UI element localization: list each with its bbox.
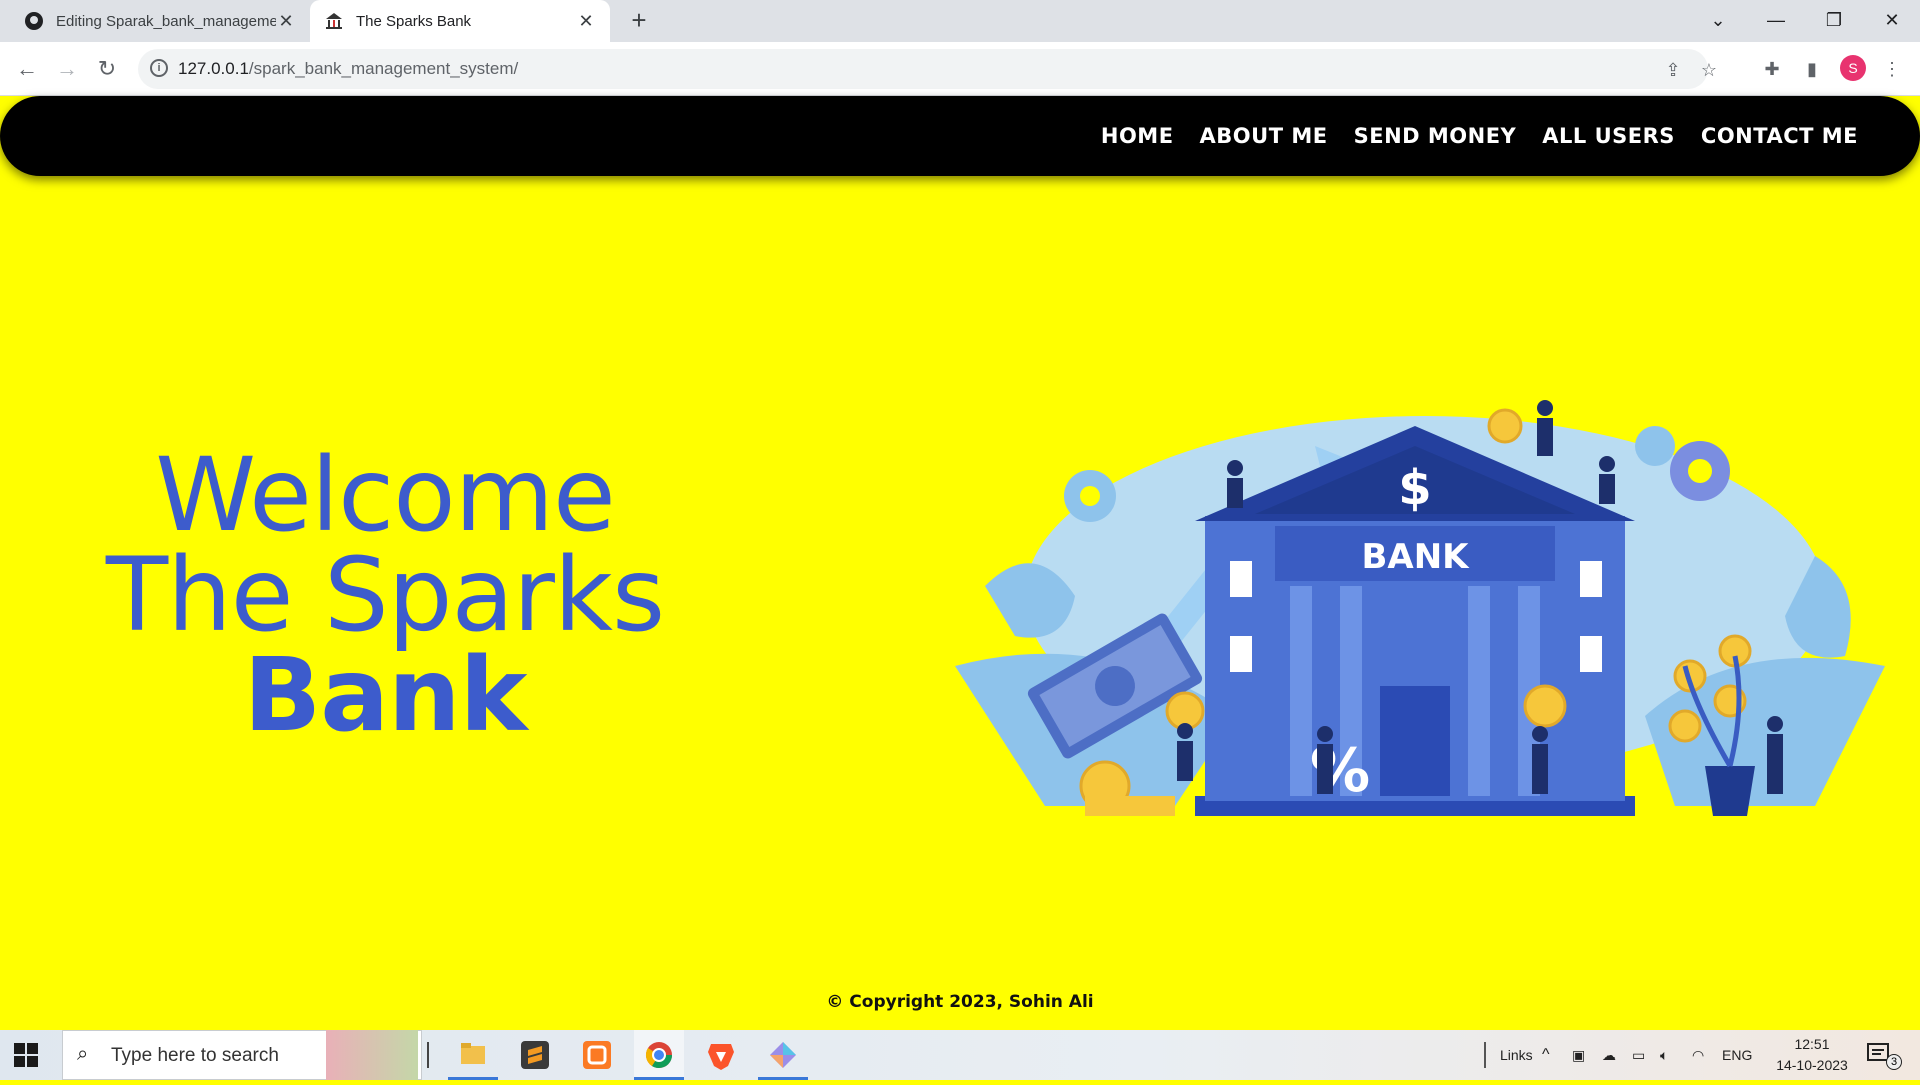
browser-menu-icon[interactable]: ⋮ — [1880, 57, 1904, 81]
nav-about-me[interactable]: ABOUT ME — [1200, 124, 1328, 148]
wifi-icon[interactable]: ◠ — [1692, 1030, 1704, 1080]
restore-icon[interactable]: ❐ — [1806, 0, 1862, 42]
show-hidden-icons-chevron-icon[interactable]: ^ — [1542, 1030, 1550, 1080]
sublime-icon — [521, 1041, 549, 1069]
xampp-taskbar-button[interactable] — [572, 1030, 622, 1080]
close-window-icon[interactable]: ✕ — [1864, 0, 1920, 42]
battery-icon[interactable]: ▭ — [1632, 1030, 1645, 1080]
bank-illustration: $ BANK % — [955, 400, 1885, 816]
back-arrow-icon[interactable]: ← — [12, 54, 42, 84]
chrome-taskbar-button[interactable] — [634, 1030, 684, 1080]
hero-heading: Welcome The Sparks Bank — [90, 436, 680, 755]
web-page: HOME ABOUT ME SEND MONEY ALL USERS CONTA… — [0, 96, 1920, 1030]
tab-sparks-bank[interactable]: The Sparks Bank ✕ — [310, 0, 610, 42]
nav-menu: HOME ABOUT ME SEND MONEY ALL USERS CONTA… — [1075, 96, 1858, 176]
onedrive-cloud-icon[interactable]: ☁ — [1602, 1030, 1616, 1080]
diamond-app-icon — [770, 1042, 796, 1068]
browser-tab-strip: Editing Sparak_bank_manageme ✕ The Spark… — [0, 0, 1920, 42]
forward-arrow-icon[interactable]: → — [52, 54, 82, 84]
nav-home[interactable]: HOME — [1101, 124, 1174, 148]
tab-search-chevron-icon[interactable]: ⌄ — [1690, 0, 1746, 42]
site-info-icon[interactable]: i — [150, 59, 168, 77]
bookmark-star-icon[interactable]: ☆ — [1698, 59, 1720, 81]
language-indicator[interactable]: ENG — [1722, 1030, 1752, 1080]
windows-start-icon[interactable] — [14, 1043, 38, 1067]
address-bar[interactable]: i 127.0.0.1/spark_bank_management_system… — [138, 49, 1717, 89]
clock-time: 12:51 — [1794, 1036, 1830, 1052]
url-text[interactable]: 127.0.0.1/spark_bank_management_system/ — [178, 59, 518, 79]
xampp-icon — [583, 1041, 611, 1069]
taskbar-divider — [427, 1042, 429, 1068]
bank-sign: BANK — [1361, 537, 1470, 577]
search-icon: ⌕ — [77, 1043, 89, 1065]
hero-line-sparks: The Sparks — [105, 536, 665, 655]
bank-favicon-icon — [326, 13, 342, 29]
github-icon — [25, 12, 43, 30]
reload-icon[interactable]: ↻ — [92, 54, 122, 84]
side-panel-icon[interactable]: ▮ — [1800, 57, 1824, 81]
browser-toolbar: ← → ↻ i 127.0.0.1/spark_bank_management_… — [0, 42, 1920, 96]
nav-send-money[interactable]: SEND MONEY — [1354, 124, 1517, 148]
file-explorer-taskbar-button[interactable] — [448, 1030, 498, 1080]
hero-line-welcome: Welcome — [155, 436, 616, 555]
dollar-sign: $ — [1398, 460, 1431, 516]
footer-copyright: © Copyright 2023, Sohin Ali — [826, 992, 1094, 1012]
tab-editing-github[interactable]: Editing Sparak_bank_manageme ✕ — [10, 0, 310, 42]
clock-date: 14-10-2023 — [1776, 1057, 1848, 1073]
git-app-taskbar-button[interactable] — [758, 1030, 808, 1080]
chrome-icon — [645, 1042, 673, 1069]
search-highlight-image — [326, 1030, 418, 1080]
links-toolbar-label[interactable]: Links — [1500, 1030, 1533, 1080]
minimize-icon[interactable]: — — [1748, 0, 1804, 42]
profile-avatar[interactable]: S — [1840, 55, 1866, 81]
new-tab-button[interactable]: + — [624, 6, 654, 36]
brave-taskbar-button[interactable] — [696, 1030, 746, 1080]
close-tab-icon[interactable]: ✕ — [576, 11, 596, 32]
volume-icon[interactable]: 🔈︎ — [1660, 1030, 1668, 1080]
close-tab-icon[interactable]: ✕ — [276, 11, 296, 32]
hero-line-bank: Bank — [243, 636, 527, 755]
tray-divider — [1484, 1042, 1486, 1068]
search-placeholder: Type here to search — [111, 1045, 279, 1066]
sublime-text-taskbar-button[interactable] — [510, 1030, 560, 1080]
nav-contact-me[interactable]: CONTACT ME — [1701, 124, 1858, 148]
tab-title: The Sparks Bank — [356, 12, 472, 30]
site-navbar: HOME ABOUT ME SEND MONEY ALL USERS CONTA… — [0, 96, 1920, 176]
taskbar-clock[interactable]: 12:51 14-10-2023 — [1770, 1034, 1854, 1076]
tab-title: Editing Sparak_bank_manageme — [56, 12, 276, 30]
share-icon[interactable]: ⇪ — [1662, 59, 1684, 81]
brave-lion-icon — [708, 1044, 734, 1070]
extensions-puzzle-icon[interactable]: ✚ — [1760, 57, 1784, 81]
windows-taskbar: ⌕ Type here to search Links ^ ▣ ☁ ▭ 🔈︎ ◠… — [0, 1030, 1920, 1080]
notification-count-badge: 3 — [1886, 1054, 1902, 1070]
notification-center-button[interactable]: 3 — [1866, 1042, 1906, 1070]
nav-all-users[interactable]: ALL USERS — [1542, 124, 1675, 148]
meet-now-icon[interactable]: ▣ — [1572, 1030, 1585, 1080]
folder-icon — [461, 1043, 485, 1064]
